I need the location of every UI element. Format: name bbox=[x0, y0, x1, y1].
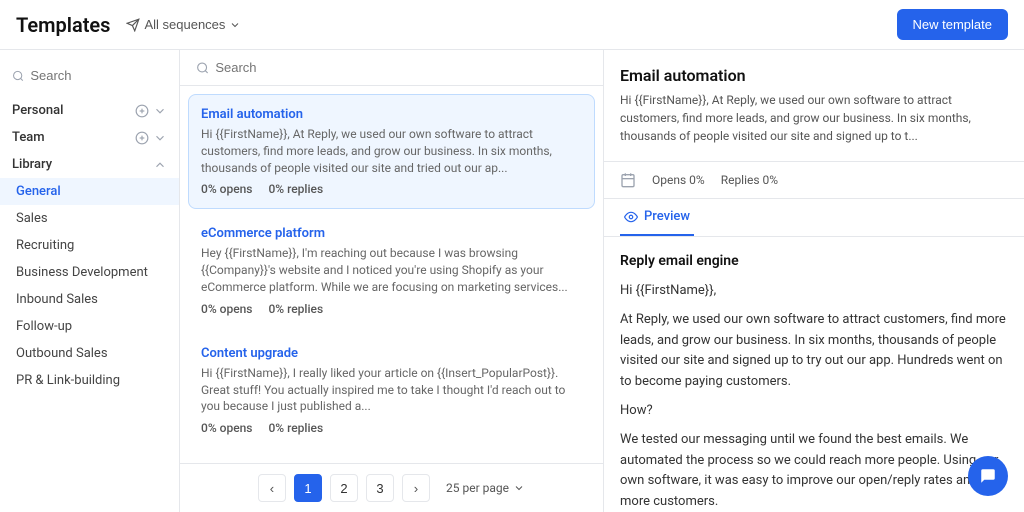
page-2-button[interactable]: 2 bbox=[330, 474, 358, 502]
send-icon bbox=[126, 18, 140, 32]
preview-tab-label: Preview bbox=[644, 209, 690, 224]
sidebar-item-general[interactable]: General bbox=[0, 178, 179, 205]
plus-icon bbox=[135, 104, 149, 118]
template-card[interactable]: Email automation Hi {{FirstName}}, At Re… bbox=[188, 94, 595, 209]
prev-page-button[interactable]: ‹ bbox=[258, 474, 286, 502]
right-preview-text: Hi {{FirstName}}, At Reply, we used our … bbox=[620, 91, 1008, 145]
sidebar-item-business-development[interactable]: Business Development bbox=[0, 259, 179, 286]
opens-badge: 0% opens bbox=[201, 421, 252, 435]
template-card[interactable]: eCommerce platform Hey {{FirstName}}, I'… bbox=[188, 213, 595, 328]
plus-icon bbox=[135, 131, 149, 145]
templates-list: Email automation Hi {{FirstName}}, At Re… bbox=[180, 86, 603, 463]
center-search-input[interactable] bbox=[215, 60, 587, 75]
new-template-button[interactable]: New template bbox=[897, 9, 1008, 40]
chat-icon bbox=[979, 467, 997, 485]
sidebar-item-recruiting[interactable]: Recruiting bbox=[0, 232, 179, 259]
right-content: Reply email engine Hi {{FirstName}}, At R… bbox=[604, 237, 1024, 512]
email-body-line: Hi {{FirstName}}, bbox=[620, 281, 1008, 302]
library-label: Library bbox=[12, 157, 52, 172]
sidebar-item-follow-up[interactable]: Follow-up bbox=[0, 313, 179, 340]
template-card-title: Email automation bbox=[201, 107, 582, 122]
template-card[interactable]: Content upgrade Hi {{FirstName}}, I real… bbox=[188, 333, 595, 448]
per-page-label: 25 per page bbox=[446, 481, 509, 495]
right-header: Email automation Hi {{FirstName}}, At Re… bbox=[604, 50, 1024, 162]
replies-badge: 0% replies bbox=[268, 182, 323, 196]
email-body-line: We tested our messaging until we found t… bbox=[620, 430, 1008, 512]
search-icon bbox=[12, 69, 24, 83]
email-subject: Reply email engine bbox=[620, 253, 1008, 269]
chevron-down-icon bbox=[229, 19, 241, 31]
sidebar-search-input[interactable] bbox=[30, 68, 167, 83]
personal-icons bbox=[135, 104, 167, 118]
sidebar-section-team[interactable]: Team bbox=[0, 124, 179, 151]
sidebar-section-personal[interactable]: Personal bbox=[0, 97, 179, 124]
chevron-up-icon bbox=[153, 158, 167, 172]
page-title: Templates bbox=[16, 13, 110, 37]
email-body-line: How? bbox=[620, 401, 1008, 422]
template-card-body: Hi {{FirstName}}, At Reply, we used our … bbox=[201, 126, 582, 176]
sidebar-item-pr-link-building[interactable]: PR & Link-building bbox=[0, 367, 179, 394]
opens-stat: Opens 0% bbox=[652, 173, 705, 187]
right-tabs: Preview bbox=[604, 199, 1024, 237]
chevron-down-icon bbox=[513, 482, 525, 494]
sequences-dropdown[interactable]: All sequences bbox=[126, 17, 241, 32]
template-card-title: eCommerce platform bbox=[201, 226, 582, 241]
sidebar-item-sales[interactable]: Sales bbox=[0, 205, 179, 232]
chevron-down-icon bbox=[153, 104, 167, 118]
right-title: Email automation bbox=[620, 66, 1008, 85]
template-card-title: Content upgrade bbox=[201, 346, 582, 361]
page-3-button[interactable]: 3 bbox=[366, 474, 394, 502]
right-panel: Email automation Hi {{FirstName}}, At Re… bbox=[604, 50, 1024, 512]
per-page-selector[interactable]: 25 per page bbox=[446, 481, 525, 495]
page-1-button[interactable]: 1 bbox=[294, 474, 322, 502]
email-body: Hi {{FirstName}}, At Reply, we used our o… bbox=[620, 281, 1008, 512]
sidebar: Personal Team Library GeneralSalesRecrui… bbox=[0, 50, 180, 512]
template-card-body: Hey {{FirstName}}, I'm reaching out beca… bbox=[201, 245, 582, 295]
top-bar: Templates All sequences New template bbox=[0, 0, 1024, 50]
opens-badge: 0% opens bbox=[201, 302, 252, 316]
library-items-list: GeneralSalesRecruitingBusiness Developme… bbox=[0, 178, 179, 394]
template-card-stats: 0% opens 0% replies bbox=[201, 182, 582, 196]
sequences-label: All sequences bbox=[144, 17, 225, 32]
template-card-stats: 0% opens 0% replies bbox=[201, 421, 582, 435]
main-content: Personal Team Library GeneralSalesRecrui… bbox=[0, 50, 1024, 512]
chevron-down-icon bbox=[153, 131, 167, 145]
center-search-container bbox=[180, 50, 603, 86]
pagination: ‹ 1 2 3 › 25 per page bbox=[180, 463, 603, 512]
template-card[interactable]: Compliment Hi {{FirstName}}, I really li… bbox=[188, 452, 595, 463]
sidebar-item-inbound-sales[interactable]: Inbound Sales bbox=[0, 286, 179, 313]
replies-badge: 0% replies bbox=[268, 302, 323, 316]
right-stats: Opens 0% Replies 0% bbox=[604, 162, 1024, 199]
team-icons bbox=[135, 131, 167, 145]
replies-badge: 0% replies bbox=[268, 421, 323, 435]
opens-badge: 0% opens bbox=[201, 182, 252, 196]
center-panel: Email automation Hi {{FirstName}}, At Re… bbox=[180, 50, 604, 512]
team-label: Team bbox=[12, 130, 45, 145]
email-body-line: At Reply, we used our own software to at… bbox=[620, 310, 1008, 393]
sidebar-item-outbound-sales[interactable]: Outbound Sales bbox=[0, 340, 179, 367]
sidebar-section-library[interactable]: Library bbox=[0, 151, 179, 178]
sidebar-search-container bbox=[0, 62, 179, 89]
personal-label: Personal bbox=[12, 103, 63, 118]
template-card-body: Hi {{FirstName}}, I really liked your ar… bbox=[201, 365, 582, 415]
eye-icon bbox=[624, 210, 638, 224]
template-card-stats: 0% opens 0% replies bbox=[201, 302, 582, 316]
replies-stat: Replies 0% bbox=[721, 173, 778, 187]
top-bar-left: Templates All sequences bbox=[16, 13, 241, 37]
chat-bubble[interactable] bbox=[968, 456, 1008, 496]
preview-tab[interactable]: Preview bbox=[620, 199, 694, 236]
search-icon bbox=[196, 61, 209, 75]
next-page-button[interactable]: › bbox=[402, 474, 430, 502]
calendar-icon bbox=[620, 172, 636, 188]
